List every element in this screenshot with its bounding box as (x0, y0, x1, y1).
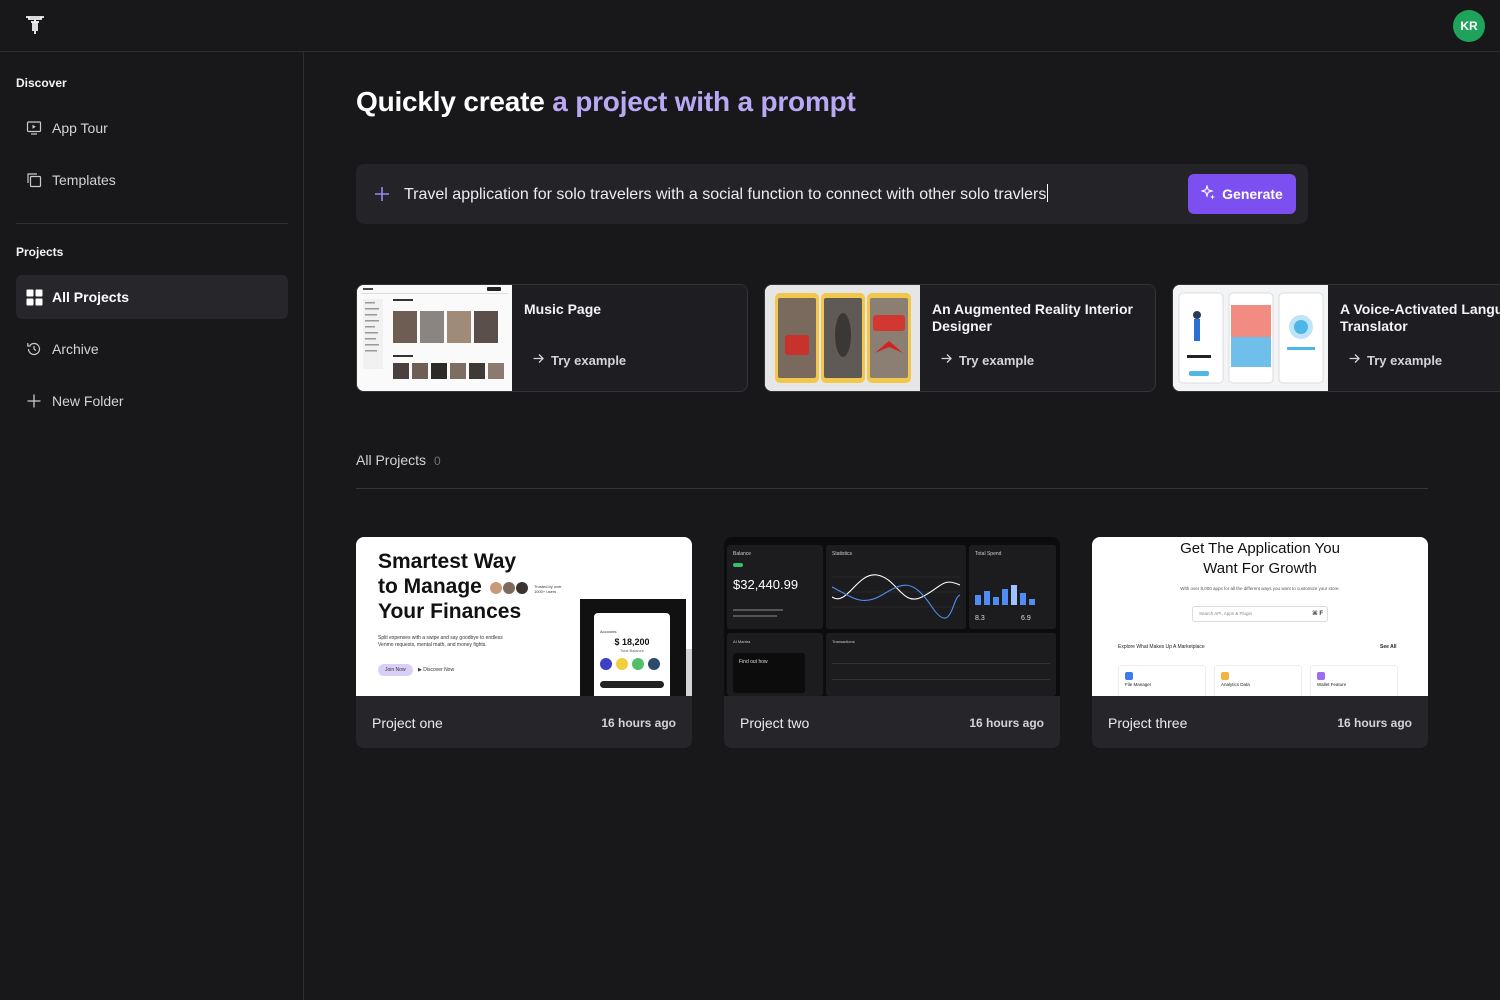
project-preview: Get The Application You Want For Growth … (1092, 537, 1428, 696)
top-bar: KR (0, 0, 1500, 52)
project-preview: Smartest Way to Manage Your Finances Tru… (356, 537, 692, 696)
example-title: Music Page (524, 301, 602, 317)
sidebar-item-all-projects[interactable]: All Projects (16, 275, 288, 319)
project-preview: Balance $32,440.99 Statistics Total Spen… (724, 537, 1060, 696)
preview-trusted: Trusted by over 1000+ users (534, 584, 562, 594)
project-card-one[interactable]: Smartest Way to Manage Your Finances Tru… (356, 537, 692, 748)
preview-explore: Explore What Makes Up A Marketplace (1118, 644, 1205, 650)
sidebar-item-templates[interactable]: Templates (16, 158, 288, 202)
grid-icon (25, 288, 43, 306)
preview-search: Search API, Apps & Plugin ⌘ F (1192, 606, 1328, 622)
try-example-label: Try example (551, 352, 627, 368)
example-card-voice-translator[interactable]: A Voice-Activated Language Translator Tr… (1172, 284, 1500, 392)
try-example-link[interactable]: Try example (940, 352, 1034, 368)
sidebar-item-new-folder[interactable]: New Folder (16, 379, 288, 423)
all-projects-header: All Projects 0 (356, 452, 441, 468)
app-logo-icon[interactable] (24, 14, 46, 36)
sidebar-item-label: Archive (52, 341, 99, 357)
projects-divider (356, 488, 1428, 489)
projects-section-title: Projects (16, 245, 64, 259)
try-example-label: Try example (1367, 352, 1443, 368)
example-title: An Augmented Reality Interior Designer (932, 301, 1133, 334)
arrow-right-icon (940, 352, 953, 368)
try-example-link[interactable]: Try example (532, 352, 626, 368)
page-title: Quickly create a project with a prompt (356, 86, 856, 118)
sidebar-item-label: Templates (52, 172, 116, 188)
sidebar-item-label: App Tour (52, 120, 108, 136)
preview-subtitle: With over 8,000 apps for all the differe… (1180, 586, 1340, 591)
monitor-play-icon (25, 119, 43, 137)
preview-join-button: Join Now (378, 664, 413, 676)
example-thumbnail (765, 285, 920, 391)
try-example-label: Try example (959, 352, 1035, 368)
sidebar-item-label: New Folder (52, 393, 124, 409)
copy-icon (25, 171, 43, 189)
project-count: 0 (434, 454, 441, 468)
example-title: A Voice-Activated Language Translator (1340, 301, 1500, 334)
preview-avatars (490, 582, 528, 594)
user-avatar[interactable]: KR (1453, 10, 1485, 42)
try-example-link[interactable]: Try example (1348, 352, 1442, 368)
all-projects-label: All Projects (356, 452, 427, 468)
sidebar-item-label: All Projects (52, 289, 130, 305)
preview-headline: Get The Application You Want For Growth (1180, 540, 1340, 577)
generate-button[interactable]: Generate (1188, 174, 1296, 214)
project-timestamp: 16 hours ago (601, 716, 676, 730)
preview-phone-frame: Accounts $ 18,200 Total Balance (580, 599, 686, 696)
arrow-right-icon (532, 352, 545, 368)
project-card-three[interactable]: Get The Application You Want For Growth … (1092, 537, 1428, 748)
plus-icon (25, 392, 43, 410)
headline-plain: Quickly create (356, 86, 545, 117)
history-icon (25, 340, 43, 358)
example-thumbnail (1173, 285, 1328, 391)
discover-section-title: Discover (16, 76, 67, 90)
headline-accent: a project with a prompt (552, 86, 856, 117)
project-name: Project one (372, 715, 443, 731)
generate-label: Generate (1222, 186, 1283, 202)
preview-see-all: See All (1380, 644, 1397, 650)
prompt-input-box[interactable]: Travel application for solo travelers wi… (356, 164, 1308, 224)
project-name: Project two (740, 715, 810, 731)
sidebar: Discover App Tour Templates Projects All… (0, 52, 304, 1000)
add-attachment-icon[interactable] (372, 184, 392, 204)
sidebar-item-app-tour[interactable]: App Tour (16, 106, 288, 150)
preview-discover-link: ▶ Discover Now (418, 667, 455, 673)
project-card-two[interactable]: Balance $32,440.99 Statistics Total Spen… (724, 537, 1060, 748)
project-name: Project three (1108, 715, 1188, 731)
example-thumbnail (357, 285, 512, 391)
sidebar-item-archive[interactable]: Archive (16, 327, 288, 371)
project-timestamp: 16 hours ago (1337, 716, 1412, 730)
example-card-ar-interior[interactable]: An Augmented Reality Interior Designer T… (764, 284, 1156, 392)
project-timestamp: 16 hours ago (969, 716, 1044, 730)
example-card-music-page[interactable]: Music Page Try example (356, 284, 748, 392)
arrow-right-icon (1348, 352, 1361, 368)
preview-body: Split expenses with a swipe and say good… (378, 635, 503, 648)
prompt-input[interactable]: Travel application for solo travelers wi… (404, 184, 1049, 204)
sparkle-icon (1200, 184, 1216, 203)
sidebar-divider (16, 223, 288, 224)
